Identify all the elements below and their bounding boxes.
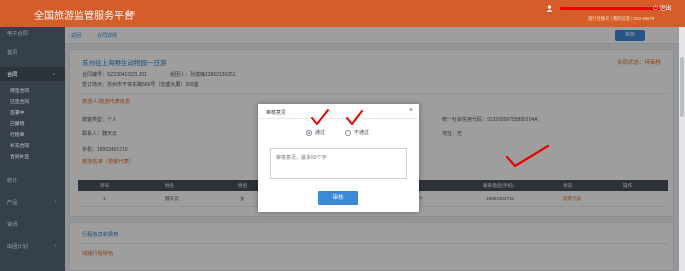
chevron-left-icon: ‹ — [54, 243, 56, 249]
chevron-left-icon: ‹ — [54, 199, 56, 205]
sidebar-item-stats[interactable]: 统计 — [0, 177, 65, 184]
sidebar-item-home[interactable]: 首页 — [0, 49, 65, 56]
sidebar-item-contracts[interactable]: 电子合同 — [0, 30, 65, 37]
radio-reject-label: 不通过 — [354, 130, 370, 136]
sidebar-item-itinerary[interactable]: 行程单 — [0, 131, 65, 138]
radio-pass-label: 通过 — [315, 130, 326, 136]
scrollbar[interactable] — [679, 27, 685, 271]
logout-button[interactable]: ⏻ 退出 — [653, 3, 671, 13]
sidebar-item-label: 产品 — [7, 200, 18, 206]
sidebar-item-tour-plan[interactable]: 出团计划 ‹ — [0, 243, 65, 250]
sidebar-item-supplement[interactable]: 补充合同 — [0, 142, 65, 149]
sidebar-item-revoked[interactable]: 已撤销 — [0, 120, 65, 127]
sidebar-item-resign[interactable]: 合同补签 — [0, 153, 65, 160]
sidebar-item-label: 合同 — [7, 72, 18, 78]
radio-reject[interactable]: 不通过 — [345, 129, 369, 136]
sidebar-item-label: 出团计划 — [7, 244, 28, 250]
sidebar-item-contract[interactable]: 合同 ⌄ — [0, 67, 65, 81]
app-title: 全国旅游监管服务平台 — [34, 11, 134, 22]
dialog-header: 审核意见 × — [258, 104, 419, 119]
redacted-username — [560, 7, 665, 10]
review-dialog: 审核意见 × 通过 不通过 审核 — [258, 104, 419, 212]
sidebar: 电子合同 首页 合同 ⌄ 待签合同 已签合同 签署中 已撤销 行程单 补充合同 … — [0, 27, 65, 271]
radio-pass[interactable]: 通过 — [306, 129, 325, 136]
user-icon[interactable] — [546, 5, 553, 12]
version-badge: 试用 — [125, 11, 136, 17]
sidebar-item-pending[interactable]: 待签合同 — [0, 87, 65, 94]
sidebar-item-products[interactable]: 产品 ‹ — [0, 199, 65, 206]
sidebar-item-news[interactable]: 资讯 — [0, 221, 65, 228]
close-icon[interactable]: × — [409, 107, 413, 114]
submit-review-button[interactable]: 审核 — [318, 191, 358, 205]
review-comment-input[interactable] — [270, 148, 407, 179]
radio-selected-icon — [306, 129, 312, 136]
top-navigation-bar: 全国旅游监管服务平台 试用 ⏻ 退出 旅行社账号 | 我的信息 | 023-45… — [0, 0, 685, 27]
chevron-down-icon: ⌄ — [51, 71, 56, 77]
sidebar-item-signing[interactable]: 签署中 — [0, 109, 65, 116]
radio-unselected-icon — [345, 129, 351, 136]
scrollbar-thumb[interactable] — [680, 57, 684, 117]
account-info: 旅行社账号 | 我的信息 | 023-45678 — [588, 16, 655, 21]
dialog-title: 审核意见 — [266, 110, 287, 116]
sidebar-item-signed[interactable]: 已签合同 — [0, 98, 65, 105]
